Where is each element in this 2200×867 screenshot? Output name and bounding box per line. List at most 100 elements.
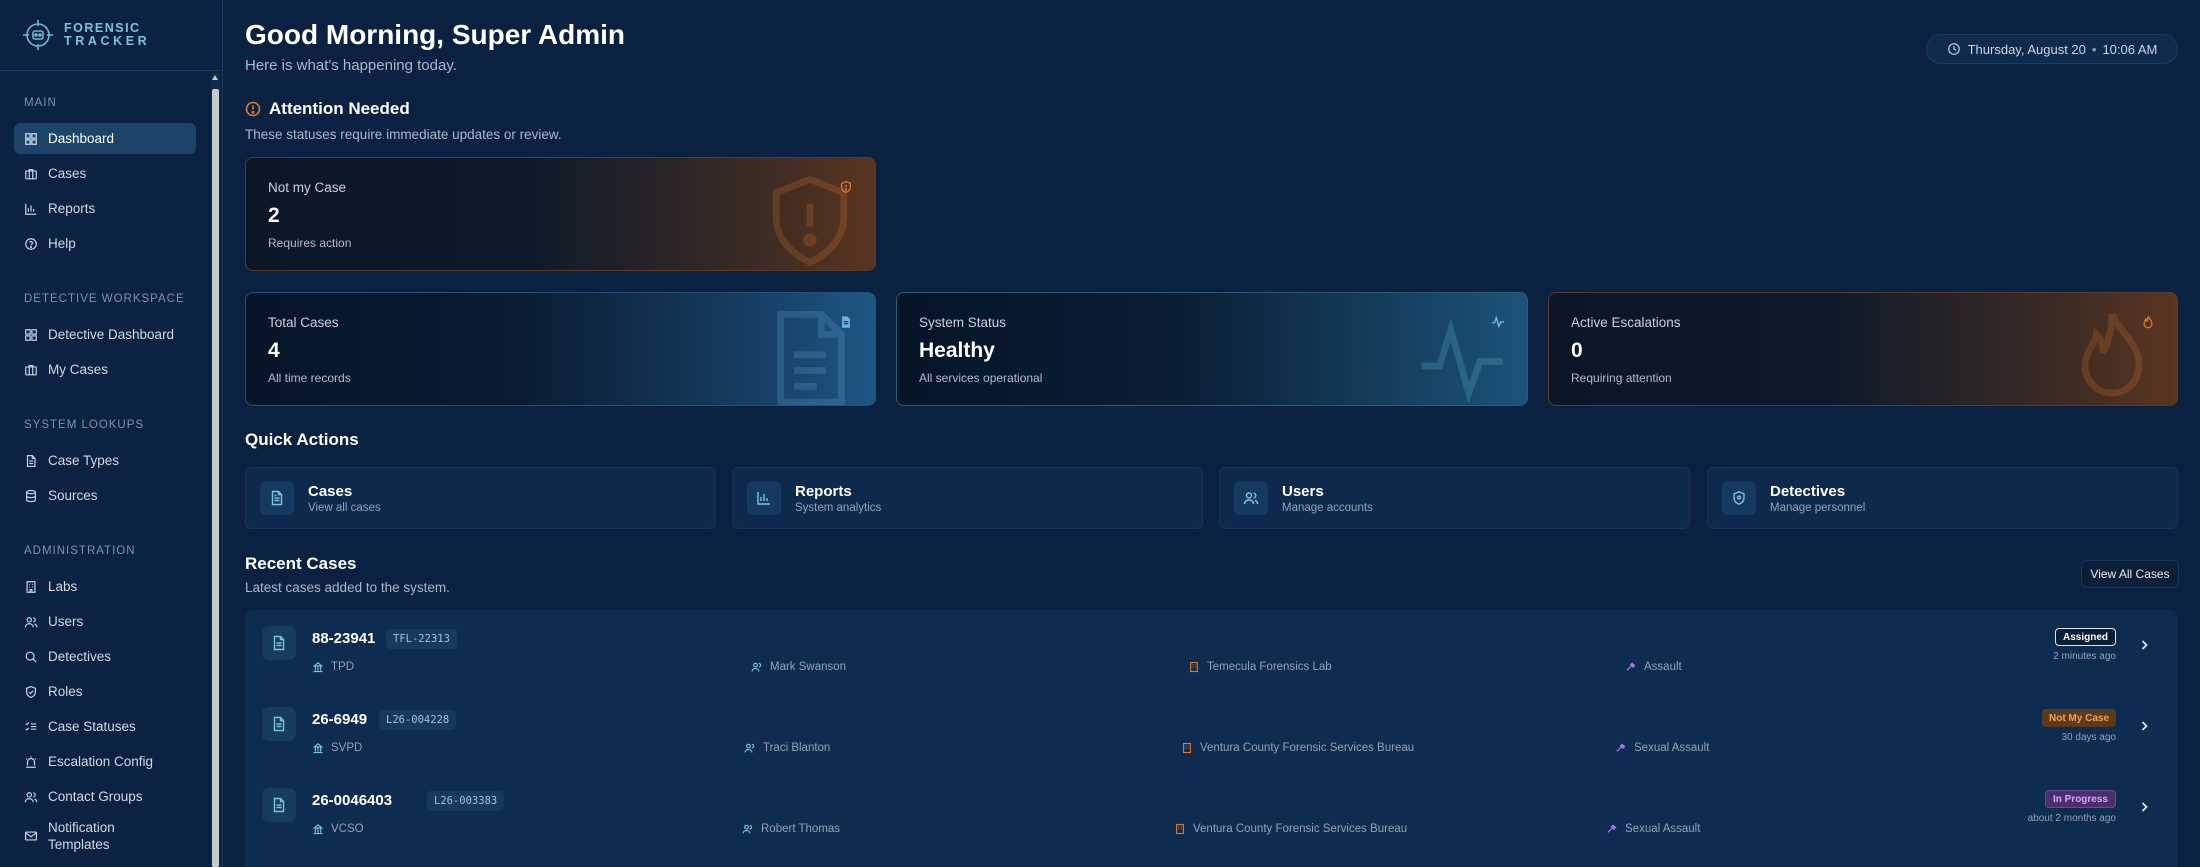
section-label-admin: ADMINISTRATION bbox=[24, 545, 136, 557]
card-note: All time records bbox=[268, 371, 351, 385]
sidebar-item-label: Case Types bbox=[48, 453, 120, 468]
scroll-up-arrow-icon[interactable] bbox=[212, 75, 218, 80]
bar-chart-icon bbox=[25, 203, 37, 215]
case-detective: Mark Swanson bbox=[751, 661, 846, 673]
mail-icon bbox=[24, 831, 38, 841]
case-number: 26-6949 bbox=[312, 711, 368, 728]
stat-card-total-cases[interactable]: Total Cases 4 All time records bbox=[245, 292, 876, 406]
case-agency: TPD bbox=[312, 661, 354, 673]
attention-card-not-my-case[interactable]: Not my Case 2 Requires action bbox=[245, 157, 876, 271]
file-text-icon bbox=[273, 635, 285, 651]
users-icon bbox=[24, 616, 38, 627]
case-lab: Ventura County Forensic Services Bureau bbox=[1181, 742, 1414, 754]
card-label: System Status bbox=[919, 315, 1007, 330]
section-label-lookups: SYSTEM LOOKUPS bbox=[24, 419, 145, 431]
case-row[interactable]: 26-6949 L26-004228 SVPD Traci Blanton Ve… bbox=[245, 691, 2178, 772]
chevron-right-icon[interactable] bbox=[2138, 639, 2150, 651]
case-code: L26-004228 bbox=[379, 710, 457, 730]
sidebar-item-sources[interactable]: Sources bbox=[14, 480, 196, 511]
case-number: 88-23941 bbox=[312, 630, 376, 647]
chevron-right-icon[interactable] bbox=[2138, 720, 2150, 732]
case-type: Assault bbox=[1625, 661, 1682, 673]
sidebar-item-my-cases[interactable]: My Cases bbox=[14, 354, 196, 385]
case-code: L26-003383 bbox=[427, 791, 505, 811]
quick-action-name: Users bbox=[1282, 482, 1324, 500]
file-text-icon bbox=[842, 316, 850, 328]
sidebar-item-labs[interactable]: Labs bbox=[14, 571, 196, 602]
quick-action-desc: Manage personnel bbox=[1770, 501, 1866, 514]
agency-icon bbox=[312, 743, 324, 754]
flame-icon bbox=[2143, 316, 2153, 329]
card-label: Total Cases bbox=[268, 315, 339, 330]
attention-subtitle: These statuses require immediate updates… bbox=[245, 127, 562, 142]
building-icon bbox=[1183, 742, 1191, 754]
file-text-icon bbox=[273, 797, 285, 813]
view-all-cases-button[interactable]: View All Cases bbox=[2081, 560, 2179, 588]
card-note: Requires action bbox=[268, 236, 352, 250]
sidebar-item-label: Labs bbox=[48, 579, 78, 594]
sidebar-item-roles[interactable]: Roles bbox=[14, 676, 196, 707]
sidebar-item-label: Users bbox=[48, 614, 84, 629]
case-time-ago: about 2 months ago bbox=[2027, 813, 2116, 824]
quick-action-desc: System analytics bbox=[795, 501, 882, 514]
sidebar-item-help[interactable]: Help bbox=[14, 228, 196, 259]
case-agency: VCSO bbox=[312, 823, 364, 835]
sidebar-item-escalation-config[interactable]: Escalation Config bbox=[14, 746, 196, 777]
detective-name: Mark Swanson bbox=[770, 661, 847, 673]
building-icon bbox=[1190, 661, 1198, 673]
agency-name: SVPD bbox=[331, 742, 363, 754]
sidebar-nav: MAIN Dashboard Cases Reports Help DETECT… bbox=[0, 71, 208, 867]
quick-action-users[interactable]: Users Manage accounts bbox=[1219, 467, 1690, 529]
grid-icon bbox=[25, 328, 37, 341]
sidebar-item-reports[interactable]: Reports bbox=[14, 193, 196, 224]
page-title: Good Morning, Super Admin bbox=[245, 19, 626, 50]
brand-text: FORENSIC TRACKER bbox=[64, 22, 150, 48]
sidebar-item-label: Contact Groups bbox=[48, 789, 143, 804]
scrollbar-thumb[interactable] bbox=[212, 89, 219, 867]
case-type: Sexual Assault bbox=[1615, 742, 1709, 754]
sidebar-item-case-types[interactable]: Case Types bbox=[14, 445, 196, 476]
sidebar-item-users[interactable]: Users bbox=[14, 606, 196, 637]
sidebar-scrollbar[interactable] bbox=[211, 73, 220, 867]
quick-action-icon-box bbox=[1722, 481, 1756, 515]
quick-action-name: Detectives bbox=[1770, 482, 1846, 500]
stat-card-system-status[interactable]: System Status Healthy All services opera… bbox=[896, 292, 1528, 406]
card-value: 0 bbox=[1571, 339, 1583, 362]
contacts-icon bbox=[24, 791, 38, 802]
chevron-right-icon[interactable] bbox=[2138, 801, 2150, 813]
brand[interactable]: FORENSIC TRACKER bbox=[0, 0, 222, 71]
help-circle-icon bbox=[25, 237, 37, 250]
sidebar-item-case-statuses[interactable]: Case Statuses bbox=[14, 711, 196, 742]
sidebar-item-detective-dashboard[interactable]: Detective Dashboard bbox=[14, 319, 196, 350]
case-icon-box bbox=[262, 707, 296, 741]
main-content: Good Morning, Super Admin Here is what's… bbox=[224, 0, 2200, 867]
case-time-ago: 30 days ago bbox=[2061, 732, 2117, 743]
sidebar-item-notification-templates[interactable]: Notification Templates bbox=[14, 816, 196, 856]
sidebar-item-detectives[interactable]: Detectives bbox=[14, 641, 196, 672]
sidebar-item-dashboard[interactable]: Dashboard bbox=[14, 123, 196, 154]
card-note: Requiring attention bbox=[1571, 371, 1672, 385]
alert-circle-icon bbox=[245, 101, 261, 117]
sidebar-item-label: Sources bbox=[48, 488, 98, 503]
quick-action-reports[interactable]: Reports System analytics bbox=[732, 467, 1203, 529]
quick-action-name: Cases bbox=[308, 482, 353, 500]
stat-card-active-escalations[interactable]: Active Escalations 0 Requiring attention bbox=[1548, 292, 2178, 406]
gavel-icon bbox=[1626, 662, 1636, 671]
case-row[interactable]: 26-0046403 L26-003383 VCSO Robert Thomas… bbox=[245, 772, 2178, 853]
sidebar-item-label: Reports bbox=[48, 201, 96, 216]
sidebar-item-contact-groups[interactable]: Contact Groups bbox=[14, 781, 196, 812]
sidebar-item-label: Cases bbox=[48, 166, 87, 181]
quick-action-text: Detectives Manage personnel bbox=[1770, 483, 1865, 514]
brand-line-2: TRACKER bbox=[64, 34, 151, 48]
case-icon-box bbox=[262, 788, 296, 822]
quick-action-detectives[interactable]: Detectives Manage personnel bbox=[1707, 467, 2178, 529]
case-number: 26-0046403 bbox=[312, 792, 393, 809]
agency-name: TPD bbox=[331, 661, 354, 673]
quick-action-cases[interactable]: Cases View all cases bbox=[245, 467, 716, 529]
case-agency: SVPD bbox=[312, 742, 362, 754]
quick-action-desc: Manage accounts bbox=[1282, 501, 1373, 514]
case-row[interactable]: 88-23941 TFL-22313 TPD Mark Swanson Teme… bbox=[245, 610, 2178, 691]
sidebar-item-cases[interactable]: Cases bbox=[14, 158, 196, 189]
sidebar-item-label: Notification Templates bbox=[48, 820, 115, 852]
bar-chart-icon bbox=[757, 492, 770, 505]
